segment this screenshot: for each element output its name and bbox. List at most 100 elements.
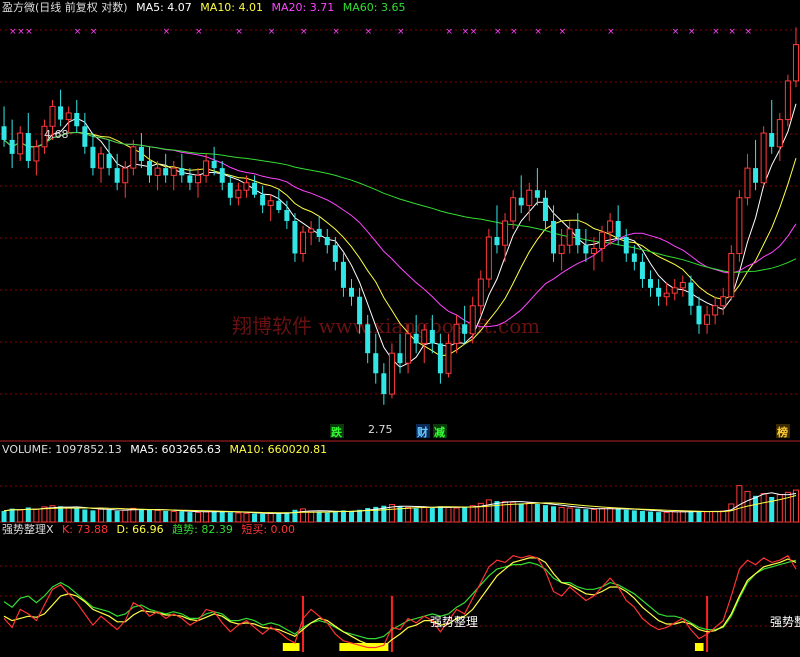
- top-marker: ×: [470, 27, 478, 37]
- candle: [769, 99, 775, 154]
- candle-body: [194, 174, 201, 184]
- candle: [663, 282, 670, 306]
- volume-bar: [65, 506, 72, 523]
- signal-1[interactable]: 跌: [331, 425, 343, 439]
- signal-4[interactable]: 榜: [777, 425, 788, 439]
- candle-body: [130, 146, 137, 169]
- candle: [590, 237, 597, 271]
- volume-bar: [615, 508, 621, 522]
- candle: [203, 153, 210, 183]
- candle-body: [357, 296, 363, 325]
- candle-body: [688, 282, 694, 306]
- candle-body: [146, 160, 152, 176]
- candle: [260, 185, 266, 214]
- candle: [566, 220, 573, 254]
- volume-bar: [663, 511, 670, 523]
- candle: [671, 279, 678, 301]
- candle: [760, 126, 767, 186]
- candle-body: [623, 237, 629, 254]
- candle-body: [154, 167, 161, 176]
- top-marker: ×: [235, 27, 243, 37]
- volume-bar: [203, 511, 210, 523]
- candle: [510, 190, 517, 229]
- candle: [599, 225, 606, 262]
- signal-3[interactable]: 减: [434, 425, 445, 439]
- candle: [324, 228, 330, 254]
- volume-bar: [656, 512, 662, 522]
- indicator-bars: [282, 596, 709, 652]
- volume-bar: [445, 506, 452, 523]
- candle-body: [373, 353, 379, 374]
- candle: [397, 333, 403, 374]
- volume-bar: [575, 508, 581, 522]
- candle: [445, 333, 452, 378]
- candle-body: [227, 182, 233, 198]
- top-marker: ×: [268, 27, 276, 37]
- volume-bar: [453, 507, 460, 523]
- indicator-header: 强势整理X K: 73.88 D: 66.96 趋势: 82.39 短买: 0.…: [2, 523, 300, 536]
- candle-body: [744, 167, 751, 199]
- top-marker: ×: [712, 27, 720, 37]
- candle-body: [292, 220, 298, 254]
- volume-bar: [696, 511, 702, 522]
- candle-body: [477, 278, 484, 307]
- candle-body: [583, 245, 589, 254]
- candle: [421, 324, 428, 364]
- candle-body: [469, 305, 476, 335]
- candle-body: [769, 133, 775, 147]
- low-price-label: 2.75: [368, 423, 393, 436]
- candle-body: [1, 126, 7, 140]
- price-ma20-line: [3, 131, 797, 328]
- volume-bar: [332, 511, 338, 522]
- volume-bar: [219, 511, 225, 522]
- candle-body: [437, 343, 443, 374]
- volume-ma5: MA5: 603265.63: [130, 443, 221, 456]
- high-price-label: 4.68: [44, 128, 69, 141]
- candle-body: [590, 247, 597, 254]
- candle: [744, 153, 751, 206]
- candle-body: [33, 146, 40, 162]
- candle-body: [340, 261, 346, 288]
- candle-body: [510, 197, 517, 222]
- candle: [138, 133, 144, 169]
- candle-body: [90, 146, 96, 169]
- candle-body: [316, 228, 322, 238]
- ma5-value: MA5: 4.07: [136, 1, 192, 14]
- volume-bar: [122, 509, 129, 523]
- candle-body: [712, 305, 719, 316]
- candle-body: [656, 287, 662, 297]
- indicator-low-block: [290, 643, 300, 651]
- volume-ma10: MA10: 660020.81: [229, 443, 328, 456]
- candle-body: [17, 132, 24, 155]
- volume-bar: [583, 509, 589, 522]
- volume-bar: [114, 510, 120, 522]
- candle: [534, 168, 540, 206]
- candle: [33, 139, 40, 176]
- volume-bar: [300, 508, 307, 523]
- candle-body: [58, 106, 64, 120]
- volume-bar: [252, 513, 258, 522]
- candle: [179, 153, 185, 183]
- ma20-value: MA20: 3.71: [271, 1, 335, 14]
- volume-bar: [526, 502, 533, 523]
- indicator-lines: [3, 554, 797, 649]
- candle: [656, 279, 662, 306]
- top-marker: ×: [195, 27, 203, 37]
- volume-bar: [753, 495, 759, 522]
- candle-body: [219, 168, 225, 183]
- indicator-trend-line: [3, 559, 797, 640]
- candle-body: [114, 168, 120, 183]
- candle: [526, 182, 533, 221]
- volume-bar: [9, 508, 15, 522]
- volume-bar: [712, 511, 719, 523]
- top-marker: ×: [17, 27, 25, 37]
- top-marker: ×: [744, 27, 752, 37]
- signal-2[interactable]: 财: [416, 425, 428, 439]
- candle: [114, 153, 120, 191]
- indicator-low-block: [694, 643, 704, 651]
- top-marker: ×: [332, 27, 340, 37]
- candle: [720, 287, 727, 315]
- candle-body: [276, 200, 282, 211]
- candle: [106, 139, 112, 176]
- candle-body: [122, 167, 129, 184]
